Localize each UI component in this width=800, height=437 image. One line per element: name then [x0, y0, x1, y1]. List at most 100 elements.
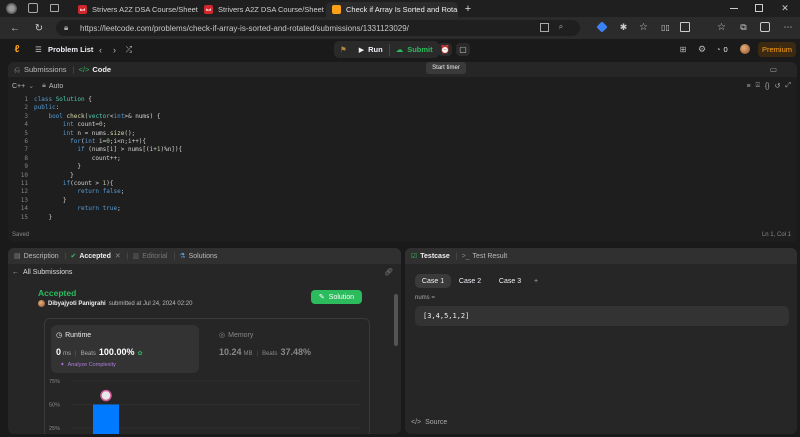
tab-editorial[interactable]: Editorial: [142, 253, 167, 260]
settings-gear-icon[interactable]: ⚙: [697, 44, 707, 55]
line-number: 3: [24, 112, 28, 120]
nums-input[interactable]: [3,4,5,1,2]: [415, 306, 789, 326]
language-select[interactable]: C++: [12, 83, 25, 90]
back-arrow-icon[interactable]: ←: [12, 269, 19, 276]
testcase-panel: ☑ Testcase | >_ Test Result Case 1 Case …: [405, 248, 797, 434]
tab-test-result[interactable]: Test Result: [473, 253, 508, 260]
notes-icon[interactable]: ▢: [456, 43, 470, 56]
code-line: public:: [34, 104, 60, 112]
solutions-flask-icon: ⚗: [179, 253, 186, 260]
close-icon[interactable]: ✕: [115, 252, 121, 260]
runtime-card[interactable]: ◷ Runtime 0 ms | Beats 100.00% ✿ ✦ Analy…: [51, 325, 199, 373]
runtime-values: 0 ms | Beats 100.00% ✿: [56, 347, 142, 357]
case-2-button[interactable]: Case 2: [453, 274, 487, 288]
tab-description[interactable]: Description: [24, 253, 59, 260]
fire-icon: ◔: [716, 45, 721, 54]
cursor-position: Ln 1, Col 1: [761, 232, 791, 238]
accepted-check-icon: ✔: [70, 253, 77, 260]
refresh-icon[interactable]: ↻: [32, 21, 46, 35]
solution-button[interactable]: ✎ Solution: [311, 290, 362, 304]
terminal-icon: >_: [461, 252, 470, 260]
zoom-icon[interactable]: ⌕: [556, 22, 566, 32]
tab-title: Strivers A2Z DSA Course/Sheet -: [218, 5, 324, 14]
case-1-button[interactable]: Case 1: [415, 274, 451, 288]
analyze-complexity-link[interactable]: ✦ Analyze Complexity: [60, 362, 116, 368]
tab-solutions[interactable]: Solutions: [189, 253, 218, 260]
maximize-icon[interactable]: [755, 4, 763, 12]
tab-accepted[interactable]: Accepted: [79, 253, 111, 260]
chart-bar[interactable]: [93, 404, 119, 435]
tab-submissions[interactable]: Submissions: [24, 65, 67, 74]
user-name[interactable]: Dibyajyoti Panigrahi: [48, 301, 106, 307]
browser-tab-1[interactable]: tuf Strivers A2Z DSA Course/Sheet - ✕: [72, 2, 198, 17]
user-avatar[interactable]: [740, 44, 750, 54]
favorites-icon[interactable]: ☆: [716, 21, 727, 33]
collections-icon[interactable]: ⧉: [738, 21, 749, 33]
close-icon[interactable]: ✕: [457, 5, 458, 14]
browser-tab-2[interactable]: tuf Strivers A2Z DSA Course/Sheet - ✕: [198, 2, 324, 17]
case-3-button[interactable]: Case 3: [493, 274, 527, 288]
split-screen-icon[interactable]: ▯▯: [660, 21, 671, 33]
sidebar-icon[interactable]: [680, 22, 690, 32]
accepted-status: Accepted: [38, 288, 77, 298]
tab-code[interactable]: Code: [92, 65, 111, 74]
run-label: Run: [368, 45, 383, 54]
read-aloud-icon[interactable]: [540, 23, 549, 32]
submissions-tab-icon: ⎌: [14, 64, 20, 74]
link-icon[interactable]: 🔗︎: [384, 268, 393, 276]
memory-header[interactable]: ◎ Memory: [219, 331, 253, 340]
runtime-distribution-chart: 75% 50% 25%: [49, 379, 361, 435]
browser-tab-3[interactable]: Check if Array Is Sorted and Rota ✕: [326, 2, 458, 17]
add-case-button[interactable]: +: [529, 274, 543, 288]
line-number: 5: [24, 129, 28, 137]
chevron-down-icon[interactable]: ⌄: [28, 82, 34, 90]
run-button[interactable]: ▶ Run: [353, 41, 389, 58]
tab-testcase[interactable]: Testcase: [420, 253, 449, 260]
window-close-icon[interactable]: ✕: [780, 2, 790, 14]
favorite-star-icon[interactable]: ☆: [638, 21, 649, 33]
reset-icon[interactable]: ↺: [775, 82, 781, 90]
code-line: for(int i=0;i<n;i++){: [70, 138, 147, 145]
new-tab-button[interactable]: +: [462, 2, 474, 15]
maximize-panel-icon[interactable]: ▭: [770, 65, 777, 74]
debug-icon[interactable]: ⚑: [334, 41, 353, 58]
submission-panel: ▤ Description | ✔ Accepted ✕ | ▥ Editori…: [8, 248, 401, 434]
left-panel-tabs: ▤ Description | ✔ Accepted ✕ | ▥ Editori…: [8, 248, 401, 264]
back-arrow-icon[interactable]: ←: [8, 21, 22, 35]
leetcode-logo-icon[interactable]: ℓ: [12, 44, 22, 55]
line-number: 12: [20, 188, 28, 196]
next-problem-icon[interactable]: ›: [110, 44, 119, 55]
prev-problem-icon[interactable]: ‹: [96, 44, 105, 55]
bookmark-icon[interactable]: ⍓: [756, 82, 760, 90]
streak-counter[interactable]: ◔ 0: [716, 43, 728, 56]
url-field[interactable]: 🔒︎ https://leetcode.com/problems/check-i…: [56, 20, 580, 36]
source-link[interactable]: </> Source: [411, 419, 447, 426]
divider: |: [126, 252, 129, 260]
format-icon[interactable]: ≡: [747, 83, 751, 90]
auto-mode-label[interactable]: Auto: [49, 83, 63, 90]
submit-button[interactable]: ☁ Submit: [390, 41, 439, 58]
shuffle-icon[interactable]: ⤮: [124, 44, 134, 55]
workspaces-icon[interactable]: [28, 3, 38, 13]
more-menu-icon[interactable]: ⋯: [782, 21, 794, 33]
profile-icon[interactable]: [6, 3, 17, 14]
timer-icon[interactable]: ⏰: [438, 43, 452, 56]
browser-essentials-icon[interactable]: [760, 22, 770, 32]
all-submissions-link[interactable]: All Submissions: [23, 269, 72, 276]
braces-icon[interactable]: {}: [765, 83, 770, 90]
line-number: 1: [24, 96, 28, 103]
runtime-label: Runtime: [65, 331, 92, 339]
problem-list-link[interactable]: ☰ Problem List: [34, 43, 93, 56]
line-number: 14: [20, 205, 28, 213]
premium-button[interactable]: Premium: [758, 42, 796, 57]
scrollbar[interactable]: [394, 294, 398, 346]
fullscreen-icon[interactable]: ⤢: [785, 82, 791, 90]
extension-tag-icon[interactable]: [596, 21, 608, 33]
memory-chip-icon: ◎: [219, 332, 226, 339]
minimize-icon[interactable]: [730, 8, 738, 9]
code-line: int n = nums.size();: [62, 129, 136, 137]
tab-actions-icon[interactable]: [50, 4, 59, 12]
divider: |: [256, 351, 259, 357]
layout-grid-icon[interactable]: ⊞: [678, 44, 688, 55]
puzzle-extension-icon[interactable]: ✱: [618, 21, 629, 33]
